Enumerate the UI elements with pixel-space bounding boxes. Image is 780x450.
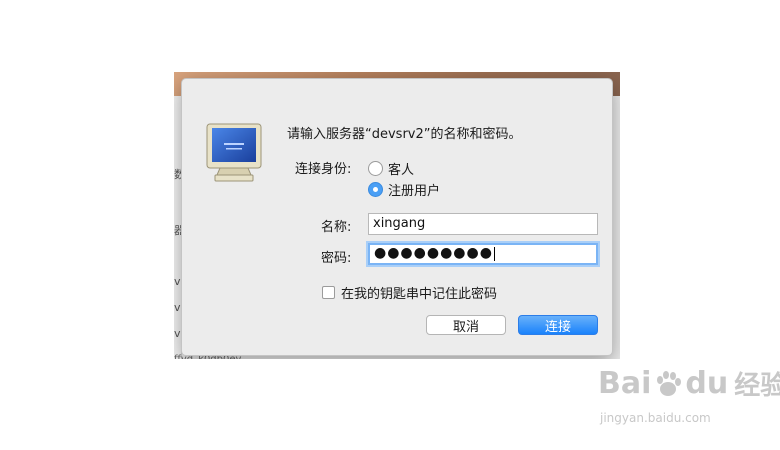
screenshot-area: 数 器 vs vs vs ffyd_k0db0ev 请输入服务器“devsrv2… (174, 72, 620, 359)
password-field[interactable]: ●●●●●●●●● (368, 243, 598, 265)
registered-user-option[interactable]: 注册用户 (368, 180, 441, 199)
password-label: 密码: (321, 251, 352, 266)
paw-icon (657, 370, 682, 396)
baidu-watermark: Bai du 经验 jingyan.baidu.com (598, 365, 780, 435)
guest-radio[interactable] (368, 160, 383, 176)
cancel-button[interactable]: 取消 (426, 315, 506, 335)
registered-user-label: 注册用户 (388, 183, 441, 199)
remember-password-option[interactable]: 在我的钥匙串中记住此密码 (322, 283, 497, 302)
password-value: ●●●●●●●●● (374, 245, 493, 261)
watermark-url: jingyan.baidu.com (600, 411, 711, 425)
remember-checkbox[interactable] (322, 286, 335, 299)
registered-user-radio[interactable] (368, 181, 383, 197)
text-caret (493, 246, 495, 261)
remember-label: 在我的钥匙串中记住此密码 (341, 287, 498, 302)
name-label: 名称: (321, 220, 352, 235)
watermark-brand: Bai (598, 366, 652, 401)
watermark-jingyan: 经验 (734, 371, 780, 401)
guest-option[interactable]: 客人 (368, 159, 415, 178)
login-dialog: 请输入服务器“devsrv2”的名称和密码。 连接身份: 客人 注册用户 名称:… (181, 78, 613, 356)
dialog-prompt: 请输入服务器“devsrv2”的名称和密码。 (287, 127, 522, 142)
monitor-icon (206, 123, 262, 182)
name-field[interactable]: xingang (368, 213, 598, 235)
guest-label: 客人 (388, 162, 415, 178)
connect-as-label: 连接身份: (295, 162, 352, 177)
name-value: xingang (373, 216, 426, 231)
watermark-brand-suffix: du (685, 366, 729, 401)
connect-button[interactable]: 连接 (518, 315, 598, 335)
